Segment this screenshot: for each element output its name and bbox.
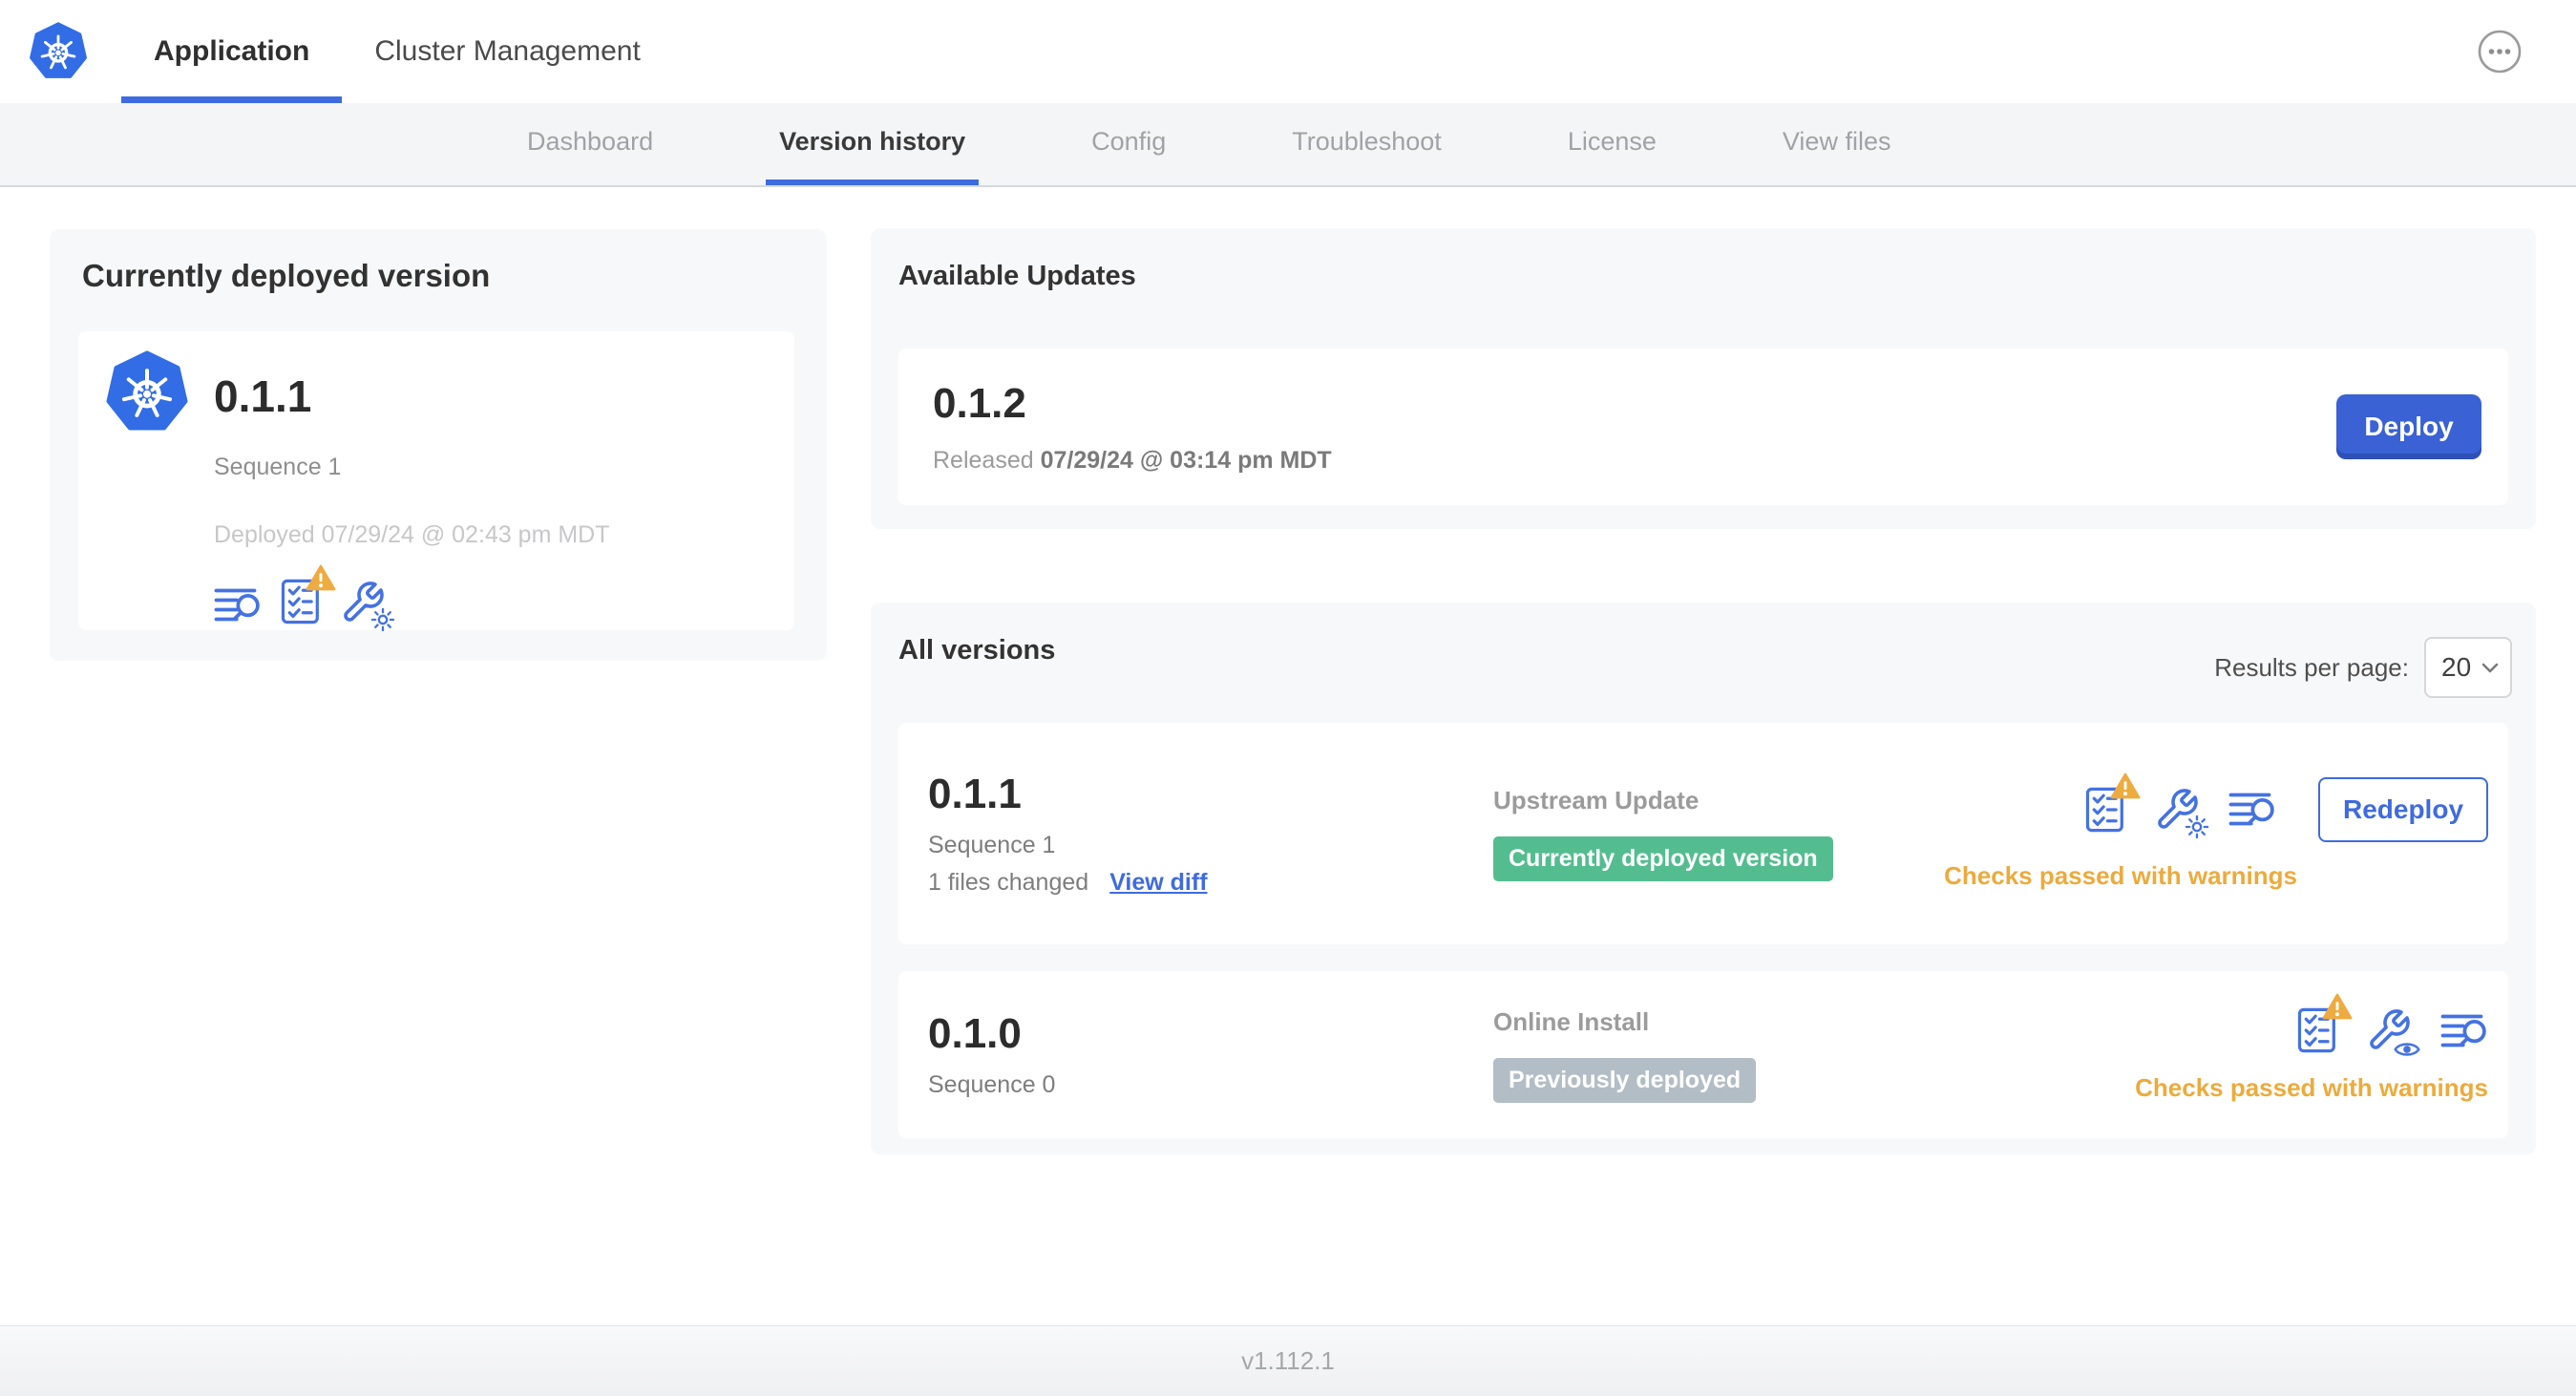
view-config-icon[interactable]	[2366, 1007, 2421, 1060]
results-per-page-select[interactable]: 20	[2424, 637, 2512, 698]
tab-application[interactable]: Application	[121, 0, 343, 103]
status-badge: Previously deployed	[1493, 1057, 1757, 1103]
app-nav: Dashboard Version history Config Trouble…	[0, 103, 2576, 187]
current-deployed-timestamp: Deployed 07/29/24 @ 02:43 pm MDT	[214, 521, 610, 548]
kubernetes-app-icon	[105, 350, 189, 434]
row-version-number: 0.1.0	[928, 1010, 1022, 1057]
version-row-source: Online Install Previously deployed	[1493, 1007, 2135, 1103]
tab-dashboard[interactable]: Dashboard	[514, 103, 666, 185]
release-notes-icon[interactable]	[2228, 789, 2276, 830]
more-options-button[interactable]	[2478, 30, 2522, 74]
preflight-checks-icon[interactable]	[281, 564, 336, 625]
edit-config-icon[interactable]	[2154, 787, 2209, 838]
update-version-number: 0.1.2	[933, 379, 1026, 427]
preflight-checks-icon[interactable]	[2297, 993, 2353, 1054]
release-notes-icon[interactable]	[214, 584, 262, 625]
ellipsis-icon	[2478, 30, 2522, 74]
warning-triangle-icon	[2110, 772, 2141, 798]
update-info: 0.1.2 Released 07/29/24 @ 03:14 pm MDT	[933, 380, 1332, 475]
source-label: Online Install	[1493, 1006, 1650, 1036]
tab-version-history[interactable]: Version history	[766, 103, 980, 185]
gear-icon	[370, 607, 395, 632]
results-per-page-value: 20	[2441, 652, 2472, 682]
tab-troubleshoot[interactable]: Troubleshoot	[1278, 103, 1455, 185]
results-per-page-label: Results per page:	[2214, 652, 2409, 682]
currently-deployed-info: 0.1.1 Sequence 1 Deployed 07/29/24 @ 02:…	[214, 341, 610, 632]
source-label: Upstream Update	[1493, 786, 1700, 814]
available-updates-title: Available Updates	[898, 261, 1136, 291]
row-sequence: Sequence 0	[928, 1071, 1056, 1098]
current-version-number: 0.1.1	[214, 371, 312, 421]
warning-triangle-icon	[2322, 993, 2353, 1020]
deploy-button[interactable]: Deploy	[2336, 394, 2481, 459]
all-versions-card: All versions Results per page: 20 0.1.1 …	[871, 603, 2536, 1154]
app-nav-tabs: Dashboard Version history Config Trouble…	[514, 103, 2003, 185]
tab-license[interactable]: License	[1554, 103, 1670, 185]
version-row-source: Upstream Update Currently deployed versi…	[1493, 786, 1944, 881]
files-changed-label: 1 files changed	[928, 869, 1089, 896]
tab-config[interactable]: Config	[1078, 103, 1179, 185]
checks-status: Checks passed with warnings	[1944, 860, 2297, 890]
tab-view-files[interactable]: View files	[1769, 103, 1905, 185]
warning-triangle-icon	[306, 564, 336, 591]
update-released-timestamp: Released 07/29/24 @ 03:14 pm MDT	[933, 447, 1332, 475]
currently-deployed-inner: 0.1.1 Sequence 1 Deployed 07/29/24 @ 02:…	[78, 331, 794, 632]
released-prefix: Released	[933, 446, 1034, 474]
currently-deployed-title: Currently deployed version	[82, 258, 491, 293]
version-rows: 0.1.1 Sequence 1 1 files changed View di…	[898, 723, 2508, 1138]
preflight-checks-icon[interactable]	[2085, 772, 2141, 834]
gear-icon	[2185, 814, 2209, 838]
release-notes-icon[interactable]	[2440, 1010, 2488, 1051]
console-version: v1.112.1	[1241, 1346, 1335, 1375]
checks-status: Checks passed with warnings	[2135, 1073, 2488, 1102]
app-header: Application Cluster Management	[0, 0, 2576, 103]
tab-cluster-management-label: Cluster Management	[374, 35, 641, 67]
app-footer: v1.112.1	[0, 1325, 2576, 1396]
view-diff-link[interactable]: View diff	[1109, 869, 1207, 897]
version-row-actions: Checks passed with warnings	[2135, 993, 2488, 1103]
app-level-tabs: Application Cluster Management	[121, 0, 673, 103]
current-sequence: Sequence 1	[214, 454, 342, 480]
results-per-page: Results per page: 20	[2214, 637, 2512, 698]
tab-application-label: Application	[154, 35, 310, 67]
redeploy-button[interactable]: Redeploy	[2318, 776, 2488, 842]
chevron-down-icon	[2481, 663, 2499, 673]
edit-config-icon[interactable]	[340, 580, 395, 632]
version-row-actions: Redeploy Checks passed with warnings	[1944, 772, 2488, 891]
available-updates-card: Available Updates 0.1.2 Released 07/29/2…	[871, 228, 2536, 529]
all-versions-title: All versions	[898, 635, 1056, 666]
update-row: 0.1.2 Released 07/29/24 @ 03:14 pm MDT D…	[898, 349, 2508, 505]
eye-icon	[2393, 1039, 2421, 1060]
tab-cluster-management[interactable]: Cluster Management	[342, 0, 672, 103]
status-badge: Currently deployed version	[1493, 836, 1833, 881]
version-row-info: 0.1.1 Sequence 1 1 files changed View di…	[928, 771, 1493, 897]
kubernetes-logo-icon	[29, 22, 88, 81]
released-date: 07/29/24 @ 03:14 pm MDT	[1040, 446, 1332, 474]
row-sequence: Sequence 1	[928, 832, 1056, 858]
version-row-0-1-0: 0.1.0 Sequence 0 Online Install Previous…	[898, 971, 2508, 1138]
version-row-0-1-1: 0.1.1 Sequence 1 1 files changed View di…	[898, 723, 2508, 944]
row-version-number: 0.1.1	[928, 771, 1022, 817]
current-version-actions	[214, 564, 610, 632]
version-row-info: 0.1.0 Sequence 0	[928, 1010, 1493, 1099]
currently-deployed-card: Currently deployed version 0.1.1 Sequenc…	[50, 229, 827, 661]
